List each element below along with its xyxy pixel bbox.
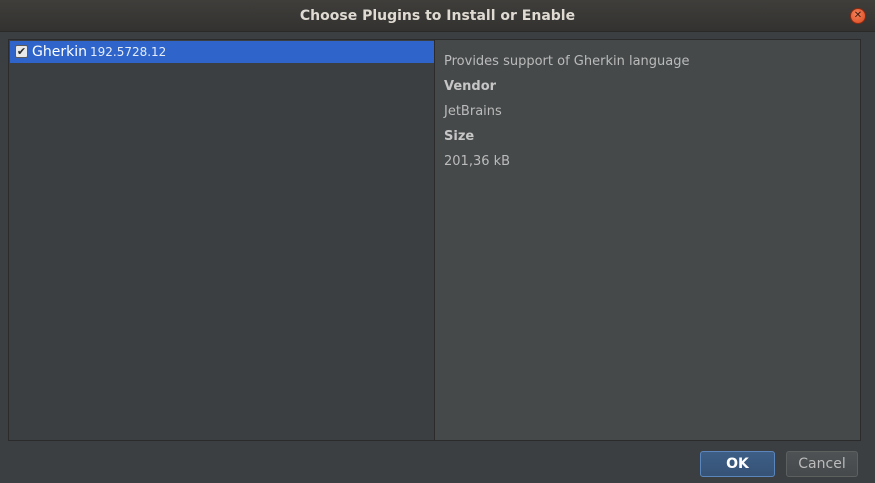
- close-icon: ✕: [853, 10, 863, 21]
- close-button[interactable]: ✕: [850, 8, 866, 24]
- ok-button[interactable]: OK: [700, 451, 775, 477]
- checkmark-icon: ✔: [16, 45, 27, 58]
- plugin-description: Provides support of Gherkin language: [444, 54, 690, 69]
- vendor-heading: Vendor: [444, 79, 497, 94]
- vendor-value: JetBrains: [444, 104, 502, 119]
- title-bar: Choose Plugins to Install or Enable ✕: [0, 0, 875, 32]
- plugin-checkbox[interactable]: ✔: [15, 45, 28, 58]
- cancel-button[interactable]: Cancel: [786, 451, 858, 477]
- plugin-version: 192.5728.12: [89, 45, 167, 59]
- plugin-label: Gherkin 192.5728.12: [32, 44, 166, 60]
- dialog-title: Choose Plugins to Install or Enable: [299, 8, 576, 24]
- plugin-list: ✔ Gherkin 192.5728.12: [8, 39, 435, 441]
- size-value: 201,36 kB: [444, 154, 511, 169]
- plugin-list-item-gherkin[interactable]: ✔ Gherkin 192.5728.12: [10, 41, 434, 63]
- plugin-details: Provides support of Gherkin language Ven…: [444, 49, 689, 174]
- plugin-name: Gherkin: [32, 44, 87, 60]
- plugin-details-panel: Provides support of Gherkin language Ven…: [434, 39, 861, 441]
- size-heading: Size: [444, 129, 475, 144]
- plugin-chooser-dialog: Choose Plugins to Install or Enable ✕ ✔ …: [0, 0, 875, 483]
